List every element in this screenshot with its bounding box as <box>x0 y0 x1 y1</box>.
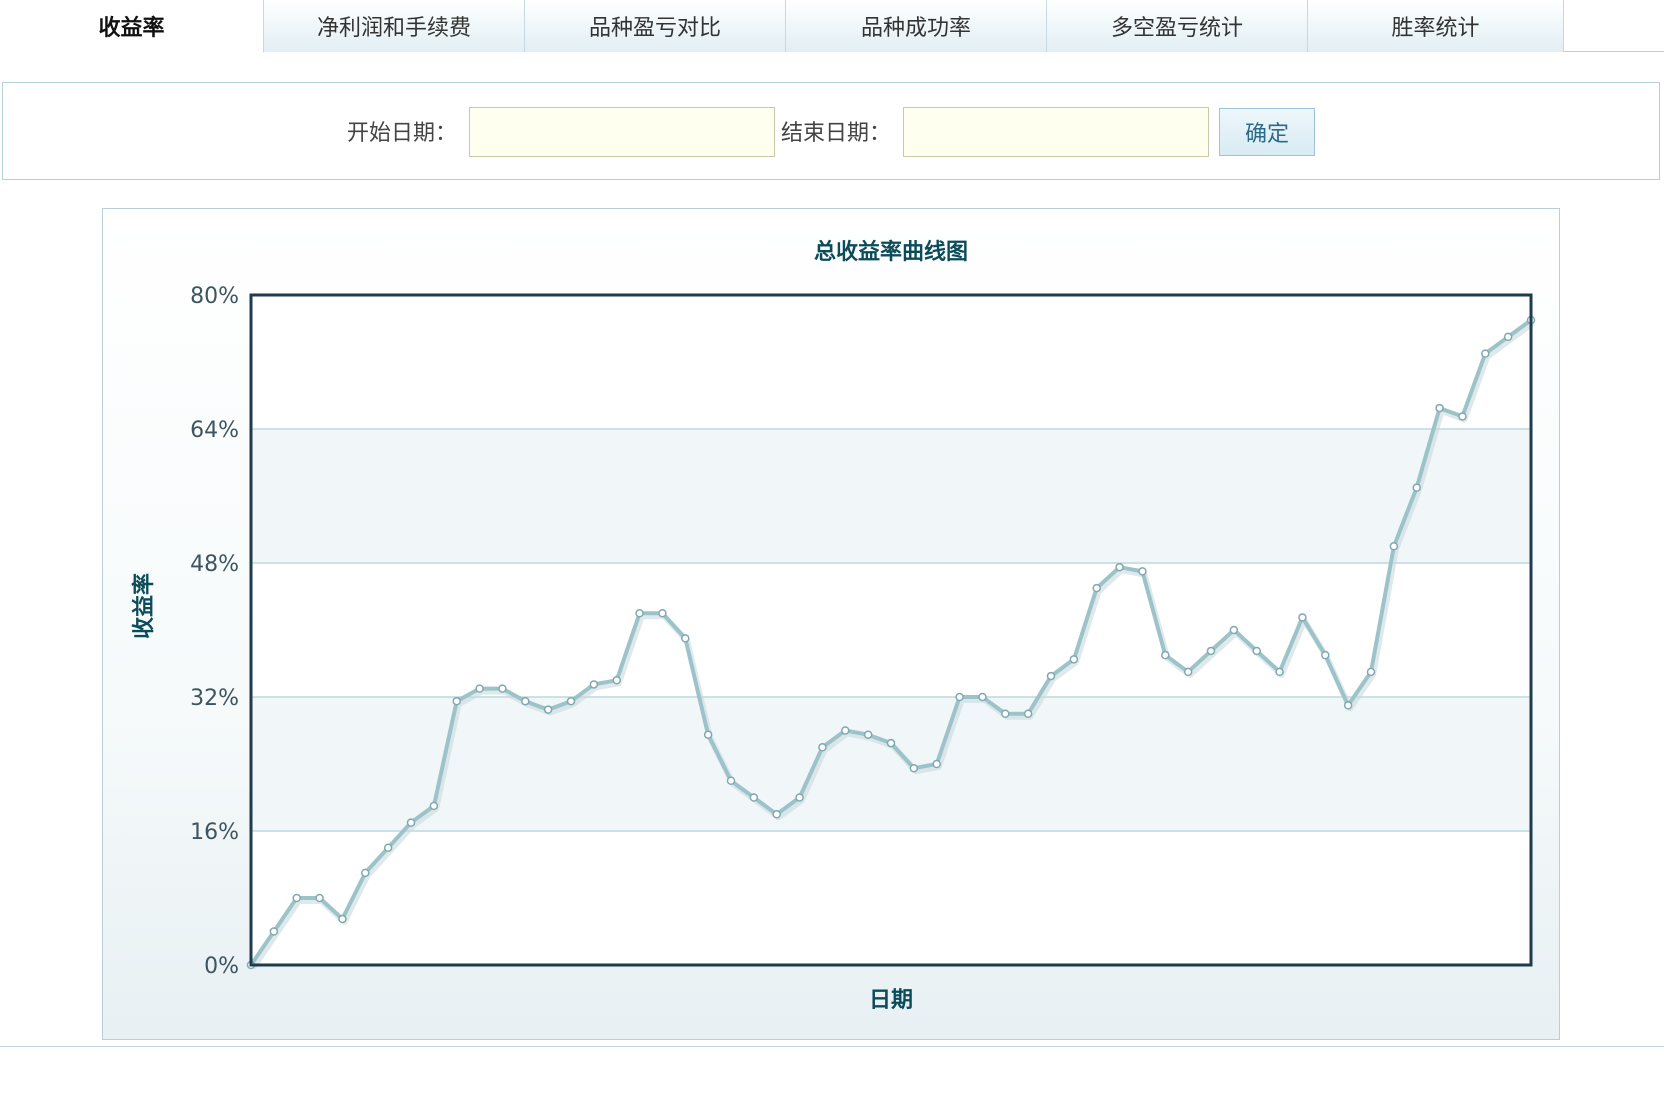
data-point <box>1366 667 1376 677</box>
confirm-button[interactable]: 确定 <box>1219 108 1315 156</box>
y-tick-label: 64% <box>190 418 239 443</box>
data-point <box>1046 671 1056 681</box>
start-date-label: 开始日期： <box>347 121 458 146</box>
data-point <box>886 738 896 748</box>
data-point <box>315 893 324 903</box>
data-point <box>1161 650 1170 660</box>
data-point <box>1275 667 1284 677</box>
data-point <box>589 680 599 689</box>
tab-product-pnl-comparison[interactable]: 品种盈亏对比 <box>525 0 786 52</box>
y-tick-label: 80% <box>190 284 239 309</box>
data-point <box>429 801 439 811</box>
data-point <box>635 609 644 618</box>
data-point <box>955 692 964 702</box>
data-point <box>795 793 804 802</box>
data-point <box>1343 701 1353 710</box>
y-tick-label: 32% <box>190 686 239 711</box>
data-point <box>863 730 873 739</box>
data-point <box>681 634 690 643</box>
x-axis-label: 日期 <box>869 988 913 1013</box>
data-point <box>772 810 781 819</box>
data-point <box>383 843 393 852</box>
data-point <box>1412 483 1421 492</box>
data-point <box>1138 567 1147 576</box>
tab-label: 净利润和手续费 <box>316 16 471 41</box>
bottom-divider <box>0 1046 1664 1047</box>
data-point <box>475 684 484 693</box>
y-tick-label: 0% <box>204 954 239 979</box>
tab-label: 品种成功率 <box>860 16 971 41</box>
data-point <box>406 818 416 827</box>
data-point <box>658 609 667 618</box>
tab-long-short-pnl[interactable]: 多空盈亏统计 <box>1047 0 1308 52</box>
data-point <box>498 684 507 693</box>
data-point <box>543 705 553 714</box>
data-point <box>726 776 736 785</box>
data-point <box>361 868 370 878</box>
tab-net-profit-and-fees[interactable]: 净利润和手续费 <box>264 0 525 52</box>
data-point <box>1389 542 1399 551</box>
end-date-input[interactable] <box>903 107 1209 157</box>
data-point <box>1298 613 1307 622</box>
y-tick-label: 48% <box>190 552 239 577</box>
data-point <box>1321 650 1330 660</box>
data-point <box>612 676 621 685</box>
data-point <box>703 730 713 739</box>
data-point <box>1206 646 1216 656</box>
data-point <box>909 763 919 773</box>
date-filter-bar: 开始日期： 结束日期： 确定 <box>2 82 1660 180</box>
data-point <box>1023 709 1033 718</box>
data-point <box>1435 403 1444 413</box>
tab-bar: 收益率 净利润和手续费 品种盈亏对比 品种成功率 多空盈亏统计 胜率统计 <box>0 0 1664 53</box>
data-point <box>1458 412 1467 421</box>
tab-label: 多空盈亏统计 <box>1110 16 1243 41</box>
data-point <box>269 927 279 936</box>
data-point <box>818 743 827 752</box>
data-point <box>1183 667 1193 677</box>
data-point <box>1001 709 1010 718</box>
data-point <box>1229 625 1239 635</box>
plot-background <box>251 295 1531 965</box>
data-point <box>521 696 530 706</box>
chart-panel: 0% 16% 32% 48% 64% 80% 总收益率曲线图 日期 收益率 <box>102 208 1560 1040</box>
data-point <box>1069 655 1079 664</box>
y-axis-label: 收益率 <box>131 573 157 639</box>
data-point <box>338 914 347 924</box>
tab-return-rate[interactable]: 收益率 <box>0 0 264 53</box>
tab-label: 品种盈亏对比 <box>588 16 721 41</box>
tab-label: 收益率 <box>98 16 165 41</box>
data-point <box>292 893 301 903</box>
tab-win-rate[interactable]: 胜率统计 <box>1308 0 1564 52</box>
data-point <box>841 726 850 735</box>
data-point <box>1252 646 1261 656</box>
data-point <box>749 793 759 802</box>
data-point <box>978 692 987 702</box>
data-point <box>1115 562 1124 572</box>
y-tick-label: 16% <box>190 820 239 845</box>
data-point <box>1481 349 1490 358</box>
chart-title: 总收益率曲线图 <box>814 239 968 265</box>
grid-band <box>251 429 1531 563</box>
data-point <box>1503 332 1513 342</box>
tab-product-success-rate[interactable]: 品种成功率 <box>786 0 1047 52</box>
start-date-input[interactable] <box>469 107 775 157</box>
return-rate-chart: 0% 16% 32% 48% 64% 80% 总收益率曲线图 日期 收益率 <box>131 239 1536 1013</box>
data-point <box>452 696 461 706</box>
data-point <box>1092 583 1101 593</box>
end-date-label: 结束日期： <box>781 121 892 146</box>
tab-label: 胜率统计 <box>1391 16 1480 41</box>
data-point <box>566 696 576 706</box>
data-point <box>932 759 941 769</box>
